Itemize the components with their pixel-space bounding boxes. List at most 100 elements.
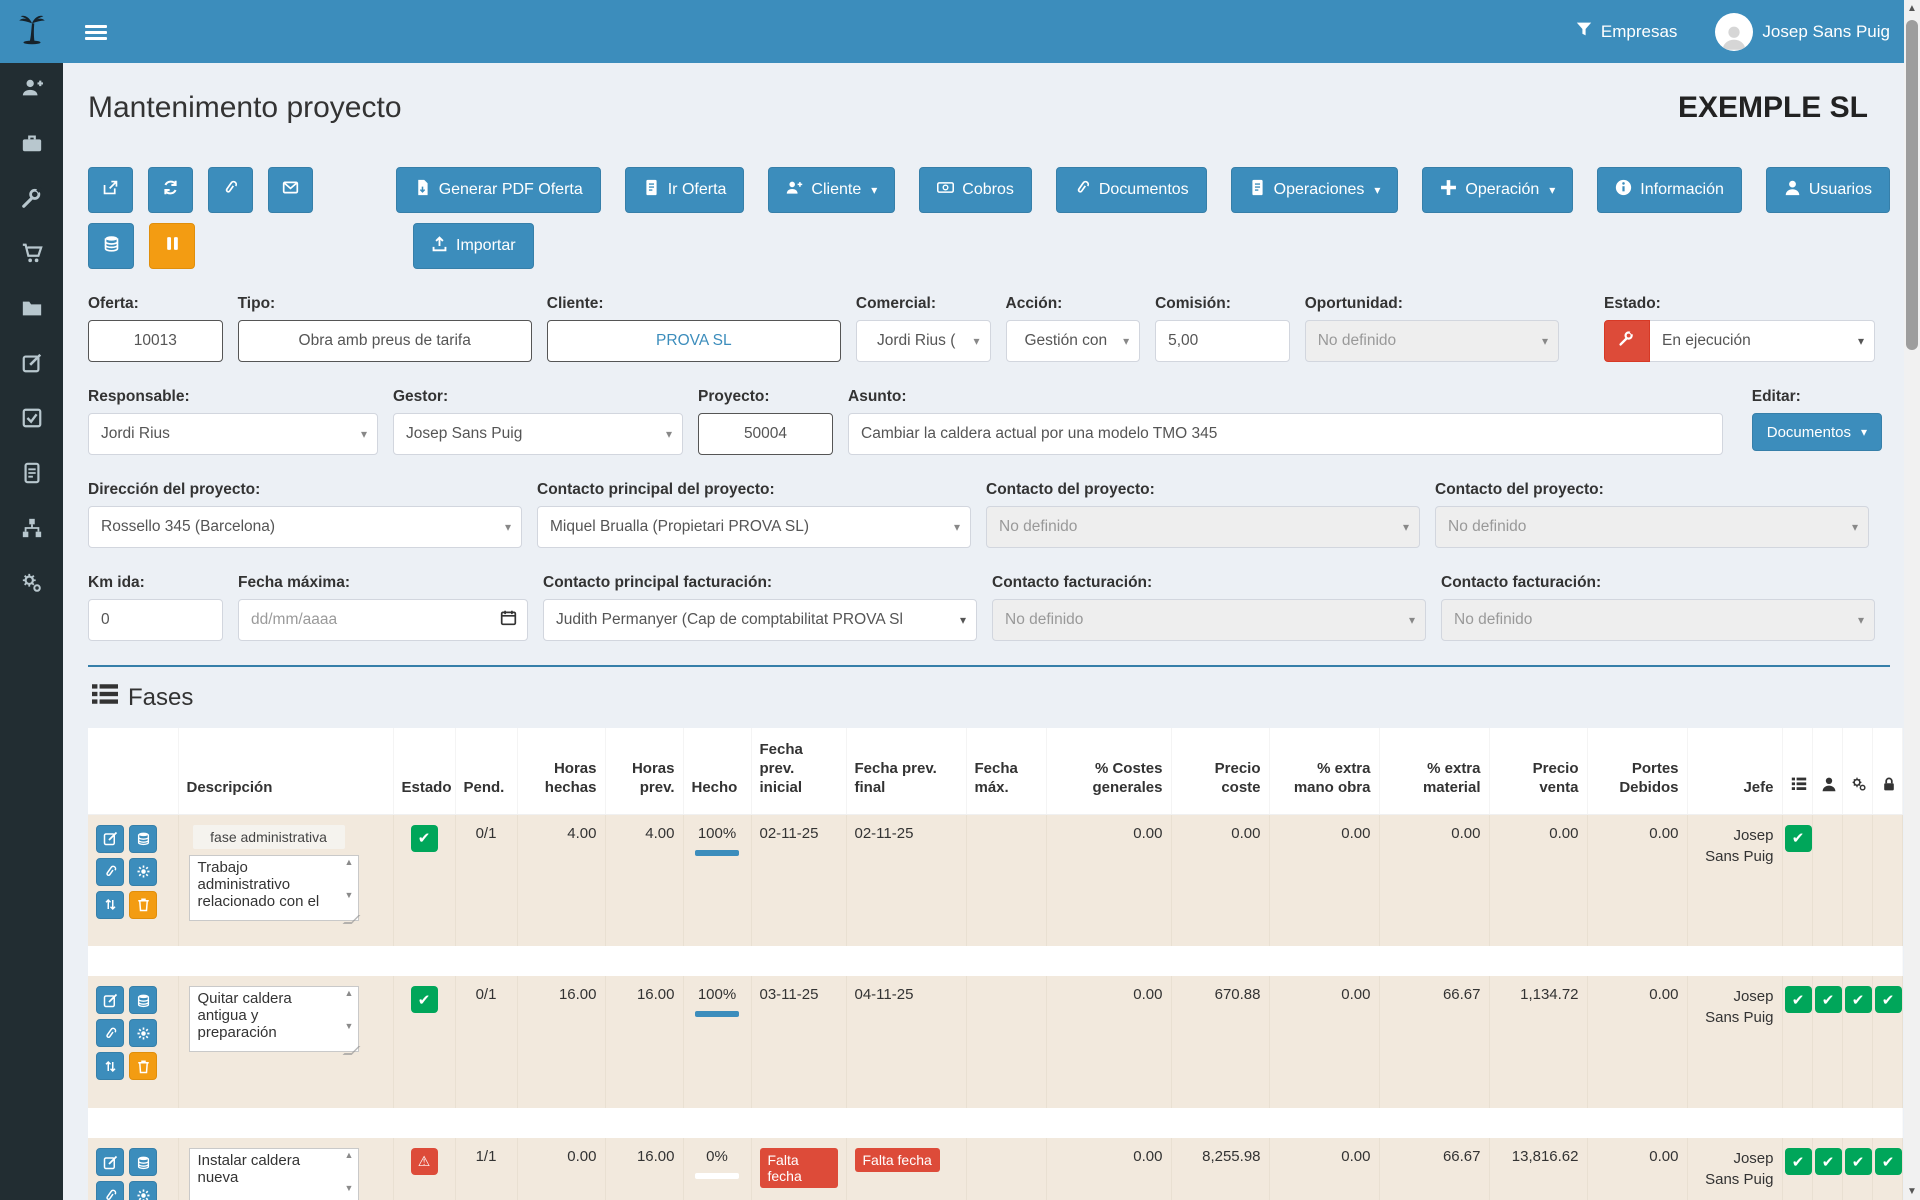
list-icon (1782, 728, 1812, 814)
check-badge[interactable]: ✔ (1845, 986, 1872, 1013)
pause-button[interactable] (149, 223, 195, 269)
importar-button[interactable]: Importar (413, 223, 534, 269)
fases-title: Fases (128, 684, 193, 712)
check-badge[interactable]: ✔ (1875, 986, 1902, 1013)
user-menu[interactable]: Josep Sans Puig (1715, 13, 1890, 51)
delete-fase-button[interactable] (129, 1052, 157, 1080)
contacto-facturacion-select-1[interactable]: No definido▾ (992, 599, 1426, 641)
costes-generales-cell: 0.00 (1046, 814, 1171, 946)
cliente-link[interactable]: PROVA SL (547, 320, 841, 362)
comision-input[interactable] (1168, 332, 1277, 350)
settings-fase-button[interactable] (129, 1181, 157, 1200)
sidebar-item-clients[interactable] (0, 63, 63, 118)
fase-description-textarea[interactable]: Instalar caldera nueva (189, 1148, 359, 1200)
estado-label: Estado: (1604, 295, 1875, 313)
accion-select[interactable]: Gestión con▾ (1006, 320, 1141, 362)
informacion-button[interactable]: Información (1597, 167, 1742, 213)
oportunidad-select[interactable]: No definido▾ (1305, 320, 1559, 362)
check-badge[interactable]: ✔ (1875, 1148, 1902, 1175)
direccion-select[interactable]: Rossello 345 (Barcelona)▾ (88, 506, 522, 548)
contacto-principal-proyecto-select[interactable]: Miquel Brualla (Propietari PROVA SL)▾ (537, 506, 971, 548)
asunto-input[interactable] (861, 425, 1710, 443)
hamburger-icon[interactable] (85, 22, 107, 43)
attach-fase-button[interactable] (96, 858, 124, 886)
contacto-proyecto-select-2[interactable]: No definido▾ (1435, 506, 1869, 548)
reorder-fase-button[interactable] (96, 891, 124, 919)
gestor-select[interactable]: Josep Sans Puig▾ (393, 413, 683, 455)
share-button[interactable] (88, 167, 133, 213)
attach-fase-button[interactable] (96, 1019, 124, 1047)
proyecto-input[interactable] (711, 425, 820, 443)
attach-fase-button[interactable] (96, 1181, 124, 1200)
check-badge[interactable]: ✔ (1785, 1148, 1812, 1175)
fase-description-textarea[interactable]: Trabajo administrativo relacionado con e… (189, 855, 359, 921)
database-button[interactable] (88, 223, 134, 269)
button-label: Cliente (811, 181, 861, 199)
edit-fase-button[interactable] (96, 986, 124, 1014)
database-fase-button[interactable] (129, 1148, 157, 1176)
sidebar-item-documents[interactable] (0, 448, 63, 503)
usuarios-button[interactable]: Usuarios (1766, 167, 1890, 213)
sidebar-item-edit[interactable] (0, 338, 63, 393)
delete-fase-button[interactable] (129, 891, 157, 919)
sidebar-item-tasks[interactable] (0, 393, 63, 448)
estado-wrench-button[interactable] (1604, 320, 1650, 362)
cobros-button[interactable]: Cobros (919, 167, 1032, 213)
contacto-facturacion-select-2[interactable]: No definido▾ (1441, 599, 1875, 641)
companies-filter[interactable]: Empresas (1576, 21, 1678, 42)
edit-fase-button[interactable] (96, 1148, 124, 1176)
scrollbar-thumb[interactable] (1906, 20, 1918, 350)
settings-fase-button[interactable] (129, 1019, 157, 1047)
button-label: Generar PDF Oferta (439, 181, 583, 199)
scroll-down-icon[interactable]: ▼ (1904, 1186, 1920, 1197)
oferta-input[interactable] (101, 332, 210, 350)
operaciones-dropdown-button[interactable]: Operaciones ▾ (1231, 167, 1399, 213)
refresh-button[interactable] (148, 167, 193, 213)
comercial-select[interactable]: Jordi Rius (▾ (856, 320, 991, 362)
column-header: Estado (393, 728, 455, 814)
editar-documentos-button[interactable]: Documentos ▾ (1752, 413, 1882, 451)
check-badge[interactable]: ✔ (1785, 986, 1812, 1013)
contacto-proyecto-select-1[interactable]: No definido▾ (986, 506, 1420, 548)
sidebar-item-projects[interactable] (0, 283, 63, 338)
km-ida-input[interactable] (101, 611, 210, 629)
check-badge[interactable]: ✔ (1845, 1148, 1872, 1175)
fecha-maxima-input[interactable] (251, 611, 515, 629)
sidebar-item-settings[interactable] (0, 558, 63, 613)
cliente-dropdown-button[interactable]: Cliente ▾ (768, 167, 895, 213)
app-logo[interactable] (0, 0, 63, 63)
database-fase-button[interactable] (129, 825, 157, 853)
sidebar-item-tools[interactable] (0, 173, 63, 228)
calendar-icon[interactable] (500, 609, 517, 631)
database-fase-button[interactable] (129, 986, 157, 1014)
scroll-up-icon[interactable]: ▲ (1904, 3, 1920, 14)
select-value: No definido (999, 518, 1077, 536)
email-button[interactable] (268, 167, 313, 213)
select-value: No definido (1318, 332, 1396, 350)
fase-description-textarea[interactable]: Quitar caldera antigua y preparación (189, 986, 359, 1052)
check-badge[interactable]: ✔ (1785, 825, 1812, 852)
sidebar-item-purchases[interactable] (0, 228, 63, 283)
contacto-principal-facturacion-select[interactable]: Judith Permanyer (Cap de comptabilitat P… (543, 599, 977, 641)
check-badge[interactable]: ✔ (1815, 986, 1842, 1013)
file-pdf-icon (414, 179, 431, 201)
reorder-fase-button[interactable] (96, 1052, 124, 1080)
responsable-select[interactable]: Jordi Rius▾ (88, 413, 378, 455)
attach-button[interactable] (208, 167, 253, 213)
edit-fase-button[interactable] (96, 825, 124, 853)
vertical-scrollbar[interactable]: ▲ ▼ (1904, 0, 1920, 1200)
generate-pdf-button[interactable]: Generar PDF Oferta (396, 167, 601, 213)
spacer-row (88, 1108, 1902, 1138)
operacion-dropdown-button[interactable]: Operación ▾ (1422, 167, 1573, 213)
documentos-button[interactable]: Documentos (1056, 167, 1207, 213)
ir-oferta-button[interactable]: Ir Oferta (625, 167, 745, 213)
column-header: Portes Debidos (1587, 728, 1687, 814)
sidebar-item-companies[interactable] (0, 118, 63, 173)
direccion-label: Dirección del proyecto: (88, 481, 522, 499)
chevron-down-icon: ▾ (1123, 334, 1129, 348)
settings-fase-button[interactable] (129, 858, 157, 886)
tipo-input[interactable] (251, 332, 519, 350)
check-badge[interactable]: ✔ (1815, 1148, 1842, 1175)
sidebar-item-organization[interactable] (0, 503, 63, 558)
estado-select[interactable]: En ejecución▾ (1650, 320, 1875, 362)
